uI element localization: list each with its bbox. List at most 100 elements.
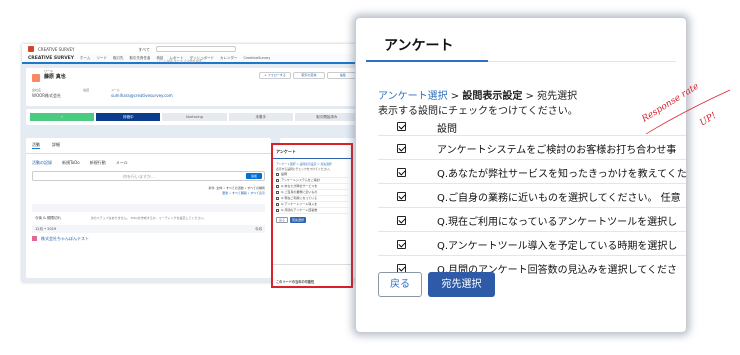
header-buttons: + フォローする 取引の変換 編集 <box>259 72 359 79</box>
checkbox-icon[interactable] <box>276 185 279 188</box>
activity-compose[interactable]: 何を行いますか... 追加 <box>32 171 265 181</box>
compose-placeholder: 何を行いますか... <box>123 174 155 179</box>
question-text: Q.あなたが弊社サービスを知ったきっかけを教えてくた <box>437 169 687 180</box>
nav-item[interactable]: カレンダー <box>220 56 238 61</box>
empty-note: 次のステップはありません。 ToDoを作成するか、ミーティングを設定してください… <box>90 216 207 220</box>
mini-row[interactable]: Q.月間のアンケート回答数 <box>276 208 348 214</box>
checkbox-icon[interactable] <box>276 191 279 194</box>
crm-search-input[interactable]: リード 検索 または その他を検索... <box>155 46 236 63</box>
nav-item[interactable]: リード <box>96 56 107 61</box>
header-fields: 会社名 WOOR株式会社 電話 メール sumihara@creativesur… <box>32 88 173 98</box>
title-underline <box>366 60 488 62</box>
tab-details[interactable]: 詳細 <box>52 142 60 149</box>
table-row[interactable]: Q.現在ご利用になっているアンケートツールを選択し <box>378 208 686 232</box>
nav-item[interactable]: 取引先責任者 <box>129 56 150 61</box>
action-event[interactable]: 新規行動 <box>90 160 106 165</box>
mini-buttons: 戻る 宛先選択 <box>276 217 348 223</box>
checkbox-icon[interactable] <box>276 179 279 182</box>
row-checkbox[interactable] <box>397 192 406 201</box>
breadcrumb-next: 宛先選択 <box>537 91 578 102</box>
row-checkbox[interactable] <box>397 168 406 177</box>
question-text: Q.アンケートツール導入を予定している時期を選択し <box>437 241 678 252</box>
checkbox-icon[interactable] <box>276 197 279 200</box>
nav-item[interactable]: 取引先 <box>113 56 124 61</box>
crm-topbar: CREATIVE SURVEY すべて リード 検索 または その他を検索... <box>22 44 367 63</box>
row-checkbox[interactable] <box>397 240 406 249</box>
question-text: Q.ご自身の業務に近いものを選択してください。 任意 <box>437 193 681 204</box>
month-row[interactable]: 12月 • 2019 今月 <box>32 225 265 233</box>
tab-activity[interactable]: 活動 <box>32 142 40 149</box>
breadcrumb: アンケート選択 > 設問表示設定 > 宛先選択 <box>378 87 577 102</box>
activity-panel: 活動 詳細 活動の記録 新規ToDo 新規行動 メール 何を行いますか... 追… <box>26 138 271 278</box>
row-checkbox[interactable] <box>397 216 406 225</box>
nav-item[interactable]: レポート <box>169 56 183 61</box>
path-step-current[interactable]: 評価中 <box>96 113 161 121</box>
follow-button[interactable]: + フォローする <box>259 72 291 79</box>
checkbox-icon[interactable] <box>276 209 279 212</box>
action-todo[interactable]: 新規ToDo <box>62 160 80 165</box>
checkbox-icon[interactable] <box>276 203 279 206</box>
month-header: 12月 • 2019 <box>35 227 57 231</box>
table-row[interactable]: Q.ご自身の業務に近いものを選択してください。 任意 <box>378 184 686 208</box>
mini-back-button[interactable]: 戻る <box>276 217 288 223</box>
table-row[interactable]: Q.月間のアンケート回答数の見込みを選択してくださ <box>378 256 686 280</box>
table-row[interactable]: Q.アンケートツール導入を予定している時期を選択し <box>378 232 686 256</box>
column-header-question: 設問 <box>437 124 457 135</box>
convert-button[interactable]: 取引の変換 <box>293 72 325 79</box>
question-text: アンケートシステムをご検討のお客様お打ち合わせ事 <box>437 145 677 156</box>
breadcrumb-survey-select[interactable]: アンケート選択 <box>378 91 448 102</box>
nav-item[interactable]: ホーム <box>80 56 90 61</box>
nav-item[interactable]: ダッシュボード <box>189 56 214 61</box>
list-item-label[interactable]: 株式会社ちゃんぽんテスト <box>41 236 89 241</box>
month-right: 今月 <box>255 227 262 231</box>
checkbox-icon[interactable] <box>276 173 279 176</box>
crm-search-scope[interactable]: すべて <box>138 47 150 52</box>
table-row[interactable]: アンケートシステムをご検討のお客様お打ち合わせ事 <box>378 136 686 160</box>
lead-name: 藤原 真也 <box>44 74 66 80</box>
path-step[interactable]: 未着手 <box>228 113 293 121</box>
lead-icon <box>32 74 40 82</box>
table-row[interactable]: Q.あなたが弊社サービスを知ったきっかけを教えてくた <box>378 160 687 184</box>
crm-top-logo: CREATIVE SURVEY <box>38 46 75 52</box>
filter-line: 条件: 全体 • すべての活動 • すべての種別 更新 • すべて展開 • すべ… <box>32 186 265 196</box>
instruction-text: 表示する設問にチェックをつけてください。 <box>378 106 578 117</box>
path-step[interactable]: Nurturing <box>162 113 227 121</box>
compose-add-button[interactable]: 追加 <box>246 173 262 179</box>
activity-tabs: 活動 詳細 <box>26 138 271 154</box>
back-button[interactable]: 戻る <box>378 272 422 297</box>
survey-card: アンケート アンケート選択 > 設問表示設定 > 宛先選択 表示する設問にチェッ… <box>355 17 687 333</box>
breadcrumb-sep: > <box>447 91 463 102</box>
response-rate-annotation: Response rate UP! <box>642 82 731 135</box>
crm-logo-icon <box>28 46 34 52</box>
field-email: メール sumihara@creativesurvey.com <box>111 88 173 98</box>
breadcrumb-sep: > <box>522 91 538 102</box>
select-all-checkbox[interactable] <box>397 122 406 131</box>
field-phone: 電話 <box>83 88 90 92</box>
activity-actions: 活動の記録 新規ToDo 新規行動 メール <box>32 160 265 165</box>
field-company: 会社名 WOOR株式会社 <box>32 88 62 98</box>
mini-card-body: アンケート選択 > 設問表示設定 > 宛先選択 表示する設問にチェックをつけてく… <box>273 159 351 226</box>
annotation-line2: UP! <box>698 111 718 129</box>
mini-footer: このリードの当年の可能性 <box>273 264 351 286</box>
question-text: Q.現在ご利用になっているアンケートツールを選択し <box>437 217 678 228</box>
action-email[interactable]: メール <box>116 160 128 165</box>
mini-next-button[interactable]: 宛先選択 <box>290 217 306 223</box>
row-checkbox[interactable] <box>397 144 406 153</box>
action-log[interactable]: 活動の記録 <box>32 160 52 165</box>
list-item[interactable]: 株式会社ちゃんぽんテスト <box>32 236 265 241</box>
select-recipients-button[interactable]: 宛先選択 <box>428 272 495 297</box>
nav-item[interactable]: 商談 <box>156 56 163 61</box>
status-path: ✓ 評価中 Nurturing 未着手 取引開始済み <box>26 109 363 125</box>
highlighted-survey-component: アンケート アンケート選択 > 設問表示設定 > 宛先選択 表示する設問にチェッ… <box>271 143 353 288</box>
annotation-line1: Response rate <box>642 82 701 125</box>
lead-header: リード 藤原 真也 + フォローする 取引の変換 編集 会社名 WOOR株式会社… <box>26 68 363 106</box>
stage: CREATIVE SURVEY すべて リード 検索 または その他を検索...… <box>0 0 740 355</box>
question-table: 設問 アンケートシステムをご検討のお客様お打ち合わせ事 Q.あなたが弊社サービス… <box>378 117 687 280</box>
crm-brand: CREATIVE SURVEY <box>28 55 75 61</box>
upcoming-section[interactable]: 今後 & 期限切れ <box>32 204 265 220</box>
path-step[interactable]: 取引開始済み <box>294 113 360 121</box>
refresh-links[interactable]: 更新 • すべて展開 • すべて表示 <box>32 191 265 196</box>
path-step-done[interactable]: ✓ <box>30 113 95 121</box>
table-header-row: 設問 <box>378 117 686 136</box>
nav-item[interactable]: CreativeSurvey <box>243 56 270 60</box>
